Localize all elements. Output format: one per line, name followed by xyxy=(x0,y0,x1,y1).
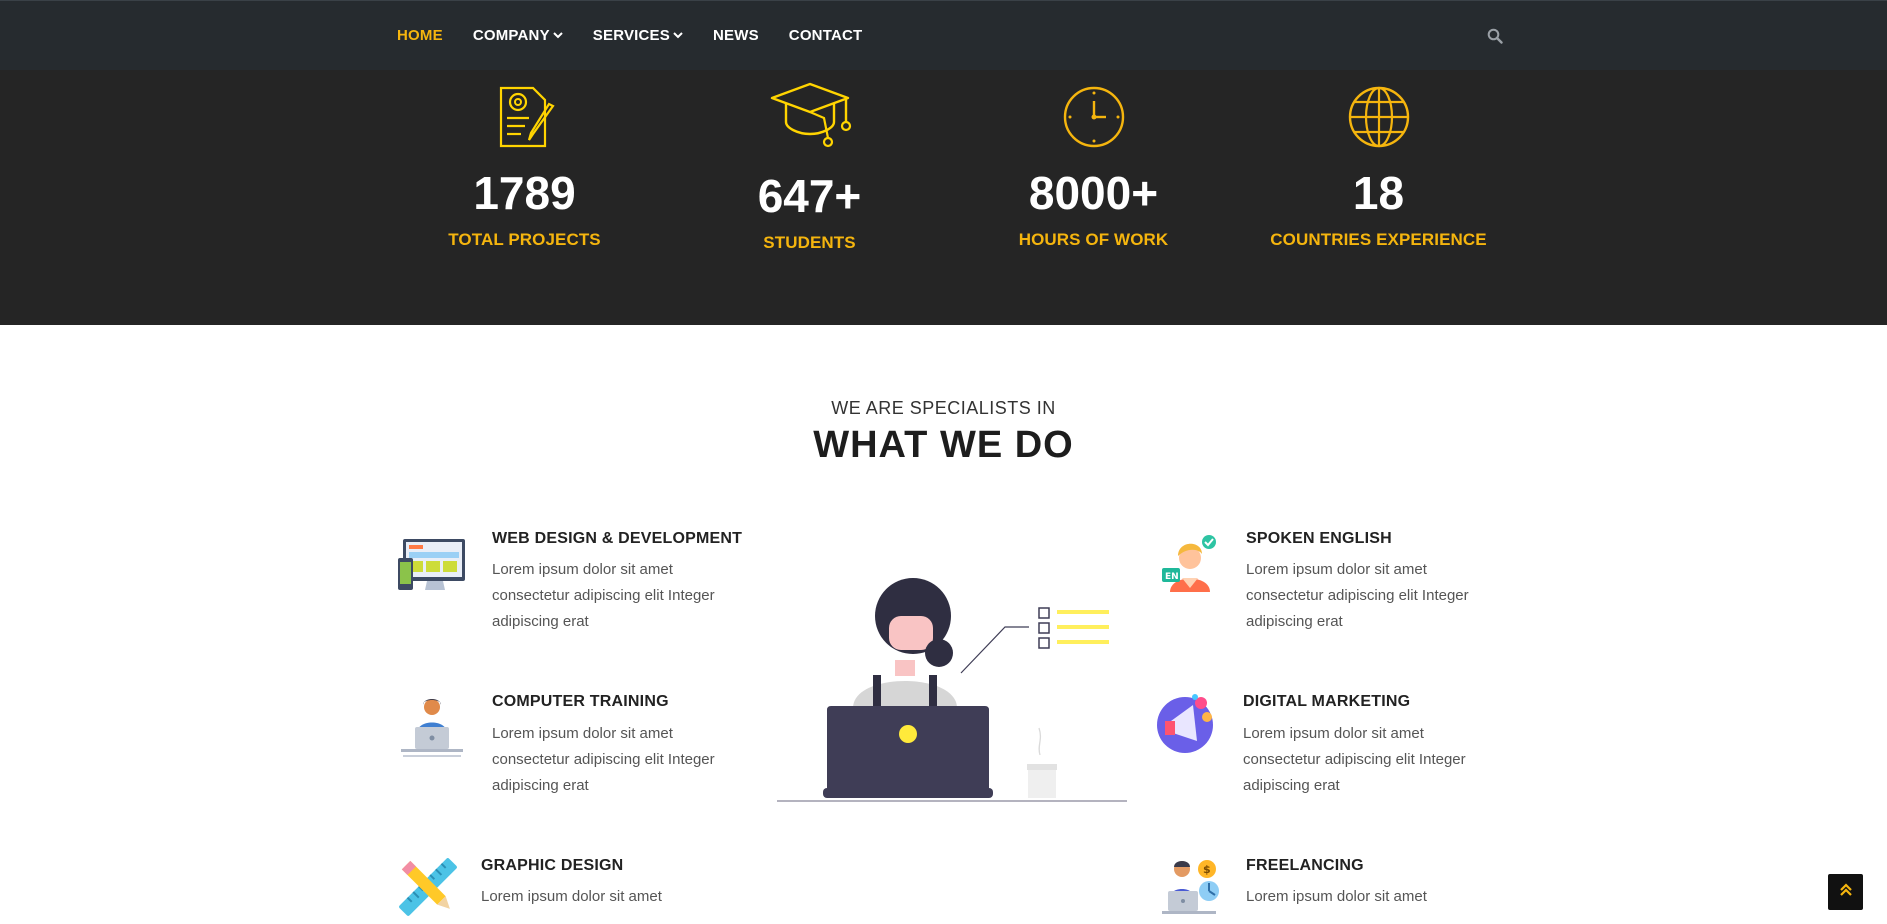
stat-label: COUNTRIES EXPERIENCE xyxy=(1270,230,1487,249)
section-subtitle: WE ARE SPECIALISTS IN xyxy=(831,398,1056,418)
digital-marketing-icon xyxy=(1157,693,1221,762)
freelancing-icon: $ xyxy=(1160,857,1222,924)
stat-label: TOTAL PROJECTS xyxy=(448,230,601,249)
stat-students: 647+ STUDENTS xyxy=(667,70,952,253)
search-icon[interactable] xyxy=(1487,28,1503,49)
clock-icon xyxy=(951,70,1236,148)
chevron-down-icon xyxy=(673,26,683,43)
globe-icon xyxy=(1236,70,1521,148)
stats-section: 1789 TOTAL PROJECTS 647+ STUDENTS 8000+ … xyxy=(0,70,1887,325)
svg-text:EN: EN xyxy=(1165,572,1179,582)
service-title: COMPUTER TRAINING xyxy=(492,693,669,710)
stat-countries: 18 COUNTRIES EXPERIENCE xyxy=(1236,70,1521,250)
graphic-design-icon xyxy=(397,856,459,923)
stat-hours-of-work: 8000+ HOURS OF WORK xyxy=(951,70,1236,250)
stat-value: 8000+ xyxy=(1028,167,1159,219)
stat-value: 647+ xyxy=(757,170,862,222)
back-to-top-button[interactable] xyxy=(1828,874,1863,910)
service-description: Lorem ipsum dolor sit amet consectetur a… xyxy=(1243,725,1466,794)
nav-item-contact[interactable]: CONTACT xyxy=(789,27,863,44)
service-title: WEB DESIGN & DEVELOPMENT xyxy=(492,530,743,547)
service-description: Lorem ipsum dolor sit amet xyxy=(481,888,662,905)
stat-value: 18 xyxy=(1352,167,1405,219)
nav-item-label: CONTACT xyxy=(788,27,863,44)
nav-item-label: SERVICES xyxy=(592,27,670,44)
service-title: GRAPHIC DESIGN xyxy=(481,857,624,874)
svg-text:$: $ xyxy=(1203,863,1211,876)
web-design-icon xyxy=(397,536,469,601)
graduation-cap-icon xyxy=(667,70,952,148)
top-navbar: HOME COMPANY SERVICES NEWS CONTACT xyxy=(0,0,1887,70)
nav-item-news[interactable]: NEWS xyxy=(713,27,759,44)
nav-item-services[interactable]: SERVICES xyxy=(593,27,683,44)
section-title: WHAT WE DO xyxy=(813,424,1074,466)
woman-laptop-illustration xyxy=(775,560,1135,815)
nav-item-label: HOME xyxy=(397,27,443,44)
stat-label: HOURS OF WORK xyxy=(1018,230,1169,249)
stat-total-projects: 1789 TOTAL PROJECTS xyxy=(382,70,667,250)
nav-item-company[interactable]: COMPANY xyxy=(473,27,563,44)
nav-item-label: NEWS xyxy=(712,27,759,44)
service-title: DIGITAL MARKETING xyxy=(1243,693,1411,710)
spoken-english-icon: EN xyxy=(1160,532,1220,599)
service-description: Lorem ipsum dolor sit amet consectetur a… xyxy=(1246,561,1469,630)
double-chevron-up-icon xyxy=(1839,882,1853,902)
service-title: SPOKEN ENGLISH xyxy=(1246,530,1392,547)
nav-item-label: COMPANY xyxy=(472,27,550,44)
stat-value: 1789 xyxy=(473,167,576,219)
nav-menu: HOME COMPANY SERVICES NEWS CONTACT xyxy=(397,27,892,44)
stat-label: STUDENTS xyxy=(763,233,856,252)
nav-item-home[interactable]: HOME xyxy=(397,27,443,44)
service-description: Lorem ipsum dolor sit amet consectetur a… xyxy=(492,725,715,794)
chevron-down-icon xyxy=(553,26,563,43)
service-description: Lorem ipsum dolor sit amet xyxy=(1246,888,1427,905)
computer-training-icon xyxy=(397,695,467,766)
service-title: FREELANCING xyxy=(1246,857,1364,874)
certificate-icon xyxy=(382,70,667,148)
service-description: Lorem ipsum dolor sit amet consectetur a… xyxy=(492,561,715,630)
